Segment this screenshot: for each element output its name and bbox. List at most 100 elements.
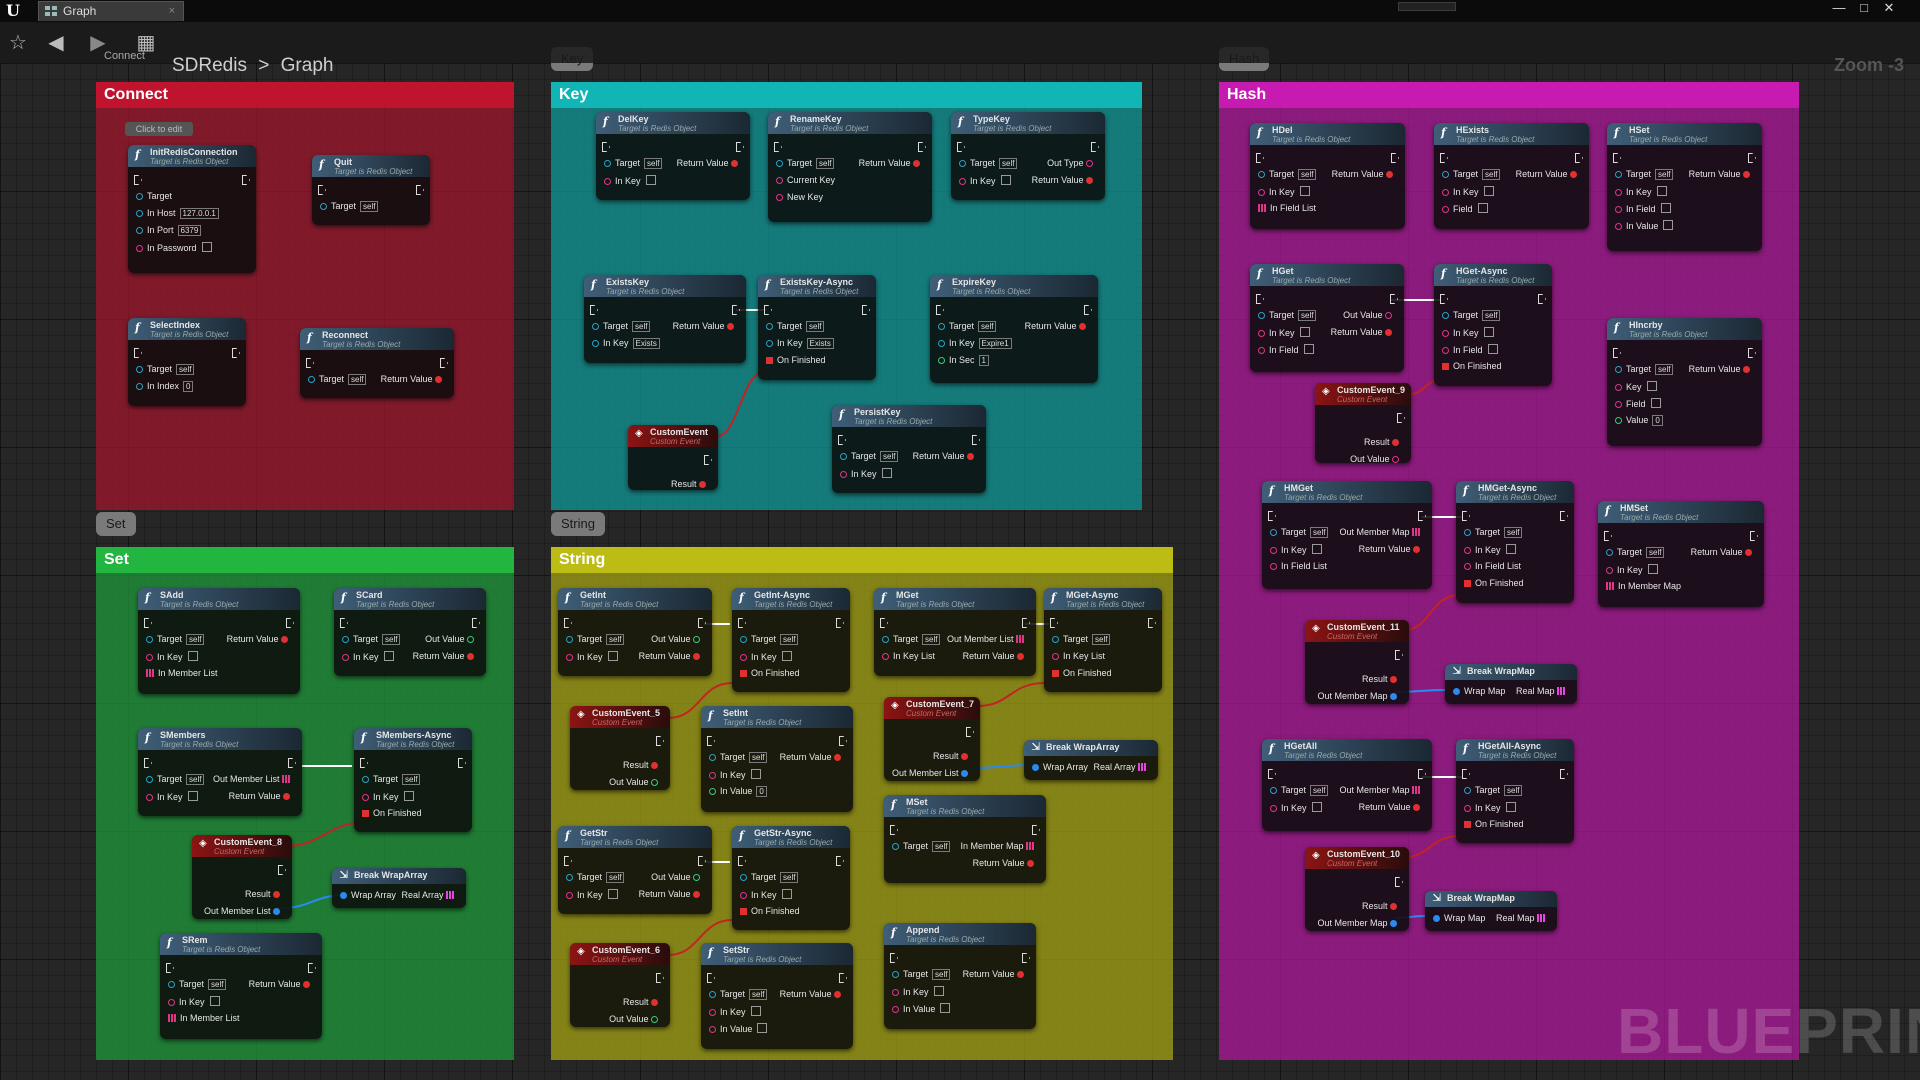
pin-target[interactable]: Target self xyxy=(146,634,205,645)
pin-in-field-list[interactable]: In Field List xyxy=(1464,561,1521,571)
exec-in-pin[interactable] xyxy=(1613,348,1621,358)
node-header[interactable]: ◈ CustomEvent Custom Event xyxy=(628,425,718,447)
pin-in-key[interactable]: In Key xyxy=(1464,802,1516,813)
exec-in-pin[interactable] xyxy=(774,142,782,152)
pin-default-box[interactable] xyxy=(781,889,792,899)
node-header[interactable]: f Quit Target is Redis Object xyxy=(312,155,430,177)
pin-target[interactable]: Target self xyxy=(1258,310,1317,321)
exec-out-pin[interactable] xyxy=(1395,877,1403,887)
pin-default-value[interactable]: self xyxy=(999,158,1018,169)
node-hmset[interactable]: f HMSet Target is Redis Object Target self Re… xyxy=(1598,501,1764,607)
pin-in-member-map[interactable]: In Member Map xyxy=(960,841,1038,851)
exec-in-pin[interactable] xyxy=(1613,153,1621,163)
pin-return-value[interactable]: Return Value xyxy=(249,979,314,989)
exec-out-pin[interactable] xyxy=(308,963,316,973)
breadcrumb-sdredis[interactable]: SDRedis xyxy=(172,55,247,76)
node-ce5[interactable]: ◈ CustomEvent_5 Custom Event Result Out Val… xyxy=(570,706,670,790)
pin-default-value[interactable]: self xyxy=(978,321,997,332)
node-persistkey[interactable]: f PersistKey Target is Redis Object Target s… xyxy=(832,405,986,493)
pin-return-value[interactable]: Return Value xyxy=(1689,169,1754,179)
pin-return-value[interactable]: Return Value xyxy=(1025,321,1090,331)
exec-out-pin[interactable] xyxy=(836,856,844,866)
node-header[interactable]: f SRem Target is Redis Object xyxy=(160,933,322,955)
pin-default-value[interactable]: 0 xyxy=(1652,415,1663,426)
pin-in-key[interactable]: In Key xyxy=(342,651,394,662)
pin-result[interactable]: Result xyxy=(623,760,662,770)
exec-out-pin[interactable] xyxy=(1418,769,1426,779)
node-getintasync[interactable]: f GetInt-Async Target is Redis Object Targe… xyxy=(732,588,850,692)
pin-default-box[interactable] xyxy=(940,1003,951,1013)
exec-out-pin[interactable] xyxy=(1418,511,1426,521)
pin-in-field-list[interactable]: In Field List xyxy=(1270,561,1327,571)
exec-in-pin[interactable] xyxy=(564,618,572,628)
pin-target[interactable]: Target self xyxy=(709,989,768,1000)
exec-in-pin[interactable] xyxy=(1440,294,1448,304)
pin-default-value[interactable]: self xyxy=(348,374,367,385)
pin-in-key[interactable]: In Key xyxy=(1606,564,1658,575)
pin-return-value[interactable]: Return Value xyxy=(227,634,292,644)
node-getint[interactable]: f GetInt Target is Redis Object Target self O… xyxy=(558,588,712,676)
node-header[interactable]: f HGet-Async Target is Redis Object xyxy=(1434,264,1552,286)
pin-default-box[interactable] xyxy=(1505,544,1516,554)
pin-target[interactable]: Target self xyxy=(840,451,899,462)
pin-real-array[interactable]: Real Array xyxy=(1093,762,1150,772)
node-header[interactable]: f SMembers-Async Target is Redis Object xyxy=(354,728,472,750)
pin-default-box[interactable] xyxy=(209,996,220,1006)
pin-field[interactable]: Field xyxy=(1442,203,1488,214)
node-hget[interactable]: f HGet Target is Redis Object Target self Out… xyxy=(1250,264,1404,372)
pin-out-member-map[interactable]: Out Member Map xyxy=(1317,691,1401,701)
pin-return-value[interactable]: Return Value xyxy=(913,451,978,461)
pin-in-key[interactable]: In Key xyxy=(604,175,656,186)
pin-default-box[interactable] xyxy=(187,651,198,661)
pin-default-value[interactable]: self xyxy=(208,979,227,990)
exec-in-pin[interactable] xyxy=(1462,769,1470,779)
pin-wrap-map[interactable]: Wrap Map xyxy=(1453,686,1505,696)
node-header[interactable]: ◈ CustomEvent_7 Custom Event xyxy=(884,697,980,719)
node-header[interactable]: f HGetAll Target is Redis Object xyxy=(1262,739,1432,761)
exec-out-pin[interactable] xyxy=(656,973,664,983)
pin-out-type[interactable]: Out Type xyxy=(1047,158,1097,168)
pin-in-key-list[interactable]: In Key List xyxy=(882,651,935,661)
exec-in-pin[interactable] xyxy=(1256,294,1264,304)
exec-in-pin[interactable] xyxy=(1268,511,1276,521)
node-setint[interactable]: f SetInt Target is Redis Object Target self R… xyxy=(701,706,853,812)
node-hgetallasync[interactable]: f HGetAll-Async Target is Redis Object Targ… xyxy=(1456,739,1574,843)
pin-out-value[interactable]: Out Value xyxy=(609,1014,662,1024)
node-header[interactable]: ⇲ Break WrapArray xyxy=(1024,740,1158,756)
pin-target[interactable]: Target self xyxy=(1270,527,1329,538)
node-hgetasync[interactable]: f HGet-Async Target is Redis Object Target s… xyxy=(1434,264,1552,386)
node-hdel[interactable]: f HDel Target is Redis Object Target self Ret… xyxy=(1250,123,1405,229)
pin-in-key[interactable]: In Key xyxy=(1464,544,1516,555)
pin-target[interactable]: Target self xyxy=(146,774,205,785)
pin-target[interactable]: Target self xyxy=(308,374,367,385)
pin-in-key[interactable]: In Key xyxy=(566,651,618,662)
exec-out-pin[interactable] xyxy=(472,618,480,628)
exec-out-pin[interactable] xyxy=(1748,153,1756,163)
pin-in-key[interactable]: In Key xyxy=(1270,544,1322,555)
pin-in-key[interactable]: In Key xyxy=(740,889,792,900)
pin-default-value[interactable]: self xyxy=(1504,785,1523,796)
pin-default-box[interactable] xyxy=(750,1006,761,1016)
node-header[interactable]: f SMembers Target is Redis Object xyxy=(138,728,302,750)
pin-result[interactable]: Result xyxy=(245,889,284,899)
pin-default-value[interactable]: self xyxy=(606,634,625,645)
pin-on-finished[interactable]: On Finished xyxy=(740,668,800,678)
pin-target[interactable]: Target self xyxy=(959,158,1018,169)
pin-in-key[interactable]: In Key xyxy=(959,175,1011,186)
pin-in-password[interactable]: In Password xyxy=(136,242,212,253)
node-getstr[interactable]: f GetStr Target is Redis Object Target self O… xyxy=(558,826,712,914)
node-header[interactable]: ⇲ Break WrapArray xyxy=(332,868,466,884)
pin-target[interactable]: Target self xyxy=(1464,785,1523,796)
tab-graph[interactable]: Graph × xyxy=(38,1,184,21)
exec-out-pin[interactable] xyxy=(1750,531,1758,541)
exec-out-pin[interactable] xyxy=(966,727,974,737)
node-header[interactable]: f Append Target is Redis Object xyxy=(884,923,1036,945)
pin-in-key[interactable]: In Key xyxy=(566,889,618,900)
pin-default-value[interactable]: self xyxy=(1298,169,1317,180)
back-arrow-icon[interactable]: ◀ xyxy=(44,32,68,54)
node-hmget[interactable]: f HMGet Target is Redis Object Target self Ou… xyxy=(1262,481,1432,589)
node-header[interactable]: f SetInt Target is Redis Object xyxy=(701,706,853,728)
exec-out-pin[interactable] xyxy=(1391,153,1399,163)
exec-in-pin[interactable] xyxy=(1256,153,1264,163)
pin-default-value[interactable]: self xyxy=(606,872,625,883)
